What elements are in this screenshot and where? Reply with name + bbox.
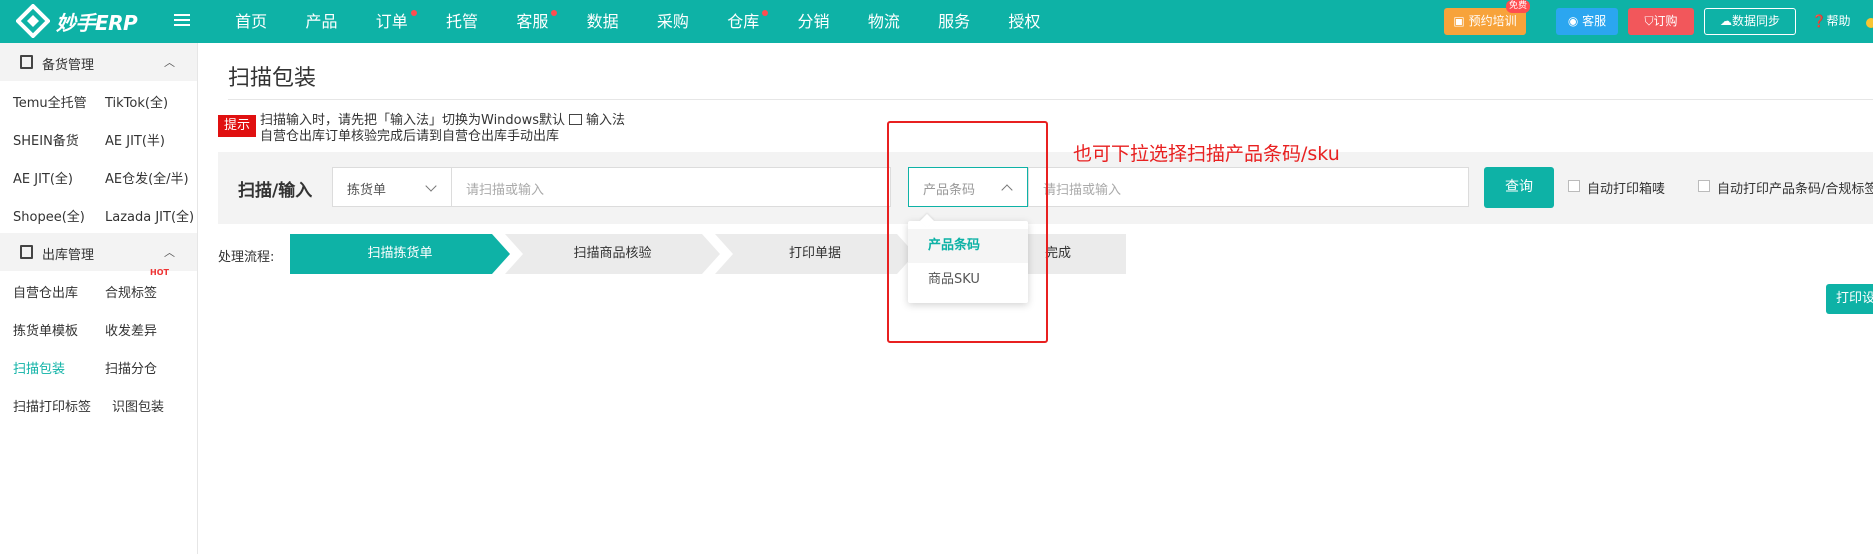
chat-icon: ◉ xyxy=(1567,14,1583,28)
cart-icon: ⛉ xyxy=(1644,14,1654,28)
top-nav-bar: 妙手ERP 首页 产品 订单 托管 客服 数据 采购 仓库 分销 物流 服务 授… xyxy=(0,0,1873,43)
sidebar-item-shein[interactable]: SHEIN备货 xyxy=(13,130,79,149)
logo-text: 妙手ERP xyxy=(56,10,138,35)
auto-print-box-label: 自动打印箱唛 xyxy=(1587,182,1666,197)
notification-dot xyxy=(762,10,769,16)
divider xyxy=(228,99,1873,100)
sidebar-group-outbound[interactable]: 出库管理 ︿ xyxy=(0,233,197,271)
sidebar-item-ae-jit-half[interactable]: AE JIT(半) xyxy=(105,130,165,149)
sidebar-group-stock[interactable]: 备货管理 ︿ xyxy=(0,43,197,81)
sidebar-item-ae-jit-full[interactable]: AE JIT(全) xyxy=(13,168,73,187)
notification-dot xyxy=(410,10,417,16)
step-scan-picklist: 扫描拣货单 xyxy=(290,234,510,274)
sidebar-item-temu[interactable]: Temu全托管 xyxy=(13,92,87,111)
main-nav: 首页 产品 订单 托管 客服 数据 采购 仓库 分销 物流 服务 授权 xyxy=(216,0,1060,43)
nav-item-data[interactable]: 数据 xyxy=(567,0,637,43)
data-sync-button[interactable]: ☁数据同步 xyxy=(1704,8,1796,35)
scan-type-select[interactable]: 拣货单 xyxy=(332,167,452,207)
annotation-box xyxy=(887,121,1048,343)
customer-service-button[interactable]: ◉ 客服 xyxy=(1556,8,1618,35)
sidebar-row: 扫描包装 扫描分仓 xyxy=(0,347,197,385)
nav-item-purchase[interactable]: 采购 xyxy=(638,0,708,43)
subscribe-button[interactable]: ⛉订购 xyxy=(1628,8,1694,35)
nav-item-logistics[interactable]: 物流 xyxy=(849,0,919,43)
notification-dot xyxy=(551,10,558,16)
sidebar-row: SHEIN备货 AE JIT(半) xyxy=(0,119,197,157)
help-button[interactable]: ❓帮助 xyxy=(1806,8,1856,35)
nav-item-services[interactable]: 服务 xyxy=(919,0,989,43)
cloud-icon: ☁ xyxy=(1719,14,1732,28)
auto-print-label-checkbox[interactable] xyxy=(1698,180,1710,192)
menu-toggle-icon[interactable] xyxy=(174,12,190,28)
print-settings-button[interactable]: 打印设置 xyxy=(1826,284,1873,314)
sidebar-row: 自营仓出库 合规标签 HOT xyxy=(0,268,197,309)
keyboard-icon xyxy=(569,114,583,125)
nav-item-customer-service[interactable]: 客服 xyxy=(497,0,567,43)
nav-item-products[interactable]: 产品 xyxy=(286,0,356,43)
free-badge: 免费 xyxy=(1505,0,1530,13)
sidebar-item-self-outbound[interactable]: 自营仓出库 xyxy=(13,282,78,301)
auto-print-box-checkbox[interactable] xyxy=(1568,180,1580,192)
nav-item-hosting[interactable]: 托管 xyxy=(427,0,497,43)
chevron-up-icon: ︿ xyxy=(164,56,175,69)
nav-item-warehouse[interactable]: 仓库 xyxy=(708,0,778,43)
nav-item-home[interactable]: 首页 xyxy=(216,0,286,43)
sidebar-row: 扫描打印标签 识图包装 xyxy=(0,385,197,423)
chevron-down-icon xyxy=(425,180,437,192)
calendar-icon: ▣ xyxy=(1453,14,1469,28)
sidebar-item-scan-pack[interactable]: 扫描包装 xyxy=(13,358,65,377)
sidebar-item-picklist-template[interactable]: 拣货单模板 xyxy=(13,320,78,339)
query-button[interactable]: 查询 xyxy=(1484,167,1554,208)
sidebar: 备货管理 ︿ Temu全托管 TikTok(全) SHEIN备货 AE JIT(… xyxy=(0,43,198,554)
app-logo[interactable]: 妙手ERP xyxy=(16,3,138,39)
sidebar-item-image-pack[interactable]: 识图包装 xyxy=(112,396,164,415)
stock-icon xyxy=(20,55,33,69)
help-icon: ❓ xyxy=(1811,14,1827,28)
sidebar-item-compliance-label[interactable]: 合规标签 xyxy=(105,282,157,301)
scan-label: 扫描/输入 xyxy=(238,181,313,201)
avatar[interactable] xyxy=(1866,18,1873,28)
step-scan-verify: 扫描商品核验 xyxy=(505,234,720,274)
logo-icon xyxy=(16,4,50,38)
sidebar-item-scan-print-label[interactable]: 扫描打印标签 xyxy=(13,396,91,415)
nav-item-distribution[interactable]: 分销 xyxy=(778,0,848,43)
tip-tag: 提示 xyxy=(218,115,256,137)
sidebar-item-shopee[interactable]: Shopee(全) xyxy=(13,206,85,225)
sidebar-item-scan-sort[interactable]: 扫描分仓 xyxy=(105,358,157,377)
sidebar-row: AE JIT(全) AE仓发(全/半) xyxy=(0,157,197,195)
auto-print-label-label: 自动打印产品条码/合规标签 xyxy=(1717,182,1873,197)
process-label: 处理流程: xyxy=(218,250,275,265)
sidebar-item-ae-warehouse[interactable]: AE仓发(全/半) xyxy=(105,168,189,187)
chevron-up-icon: ︿ xyxy=(164,246,175,259)
tip-line-2: 自营仓出库订单核验完成后请到自营仓出库手动出库 xyxy=(260,129,560,144)
annotation-text: 也可下拉选择扫描产品条码/sku xyxy=(1073,143,1340,165)
barcode-scan-input[interactable]: 请扫描或输入 xyxy=(1028,167,1469,207)
sidebar-item-discrepancy[interactable]: 收发差异 xyxy=(105,320,157,339)
step-print-docs: 打印单据 xyxy=(715,234,915,274)
sidebar-row: 拣货单模板 收发差异 xyxy=(0,309,197,347)
sidebar-row: Shopee(全) Lazada JIT(全) xyxy=(0,195,197,233)
sidebar-item-lazada[interactable]: Lazada JIT(全) xyxy=(105,206,194,225)
hot-badge: HOT xyxy=(150,268,169,277)
picklist-scan-input[interactable]: 请扫描或输入 xyxy=(451,167,891,207)
page-title: 扫描包装 xyxy=(228,66,317,91)
nav-item-orders[interactable]: 订单 xyxy=(357,0,427,43)
training-button[interactable]: ▣ 预约培训 免费 xyxy=(1444,0,1530,35)
outbound-icon xyxy=(20,245,33,259)
sidebar-item-tiktok[interactable]: TikTok(全) xyxy=(105,92,168,111)
sidebar-row: Temu全托管 TikTok(全) xyxy=(0,81,197,119)
nav-item-authorization[interactable]: 授权 xyxy=(989,0,1059,43)
